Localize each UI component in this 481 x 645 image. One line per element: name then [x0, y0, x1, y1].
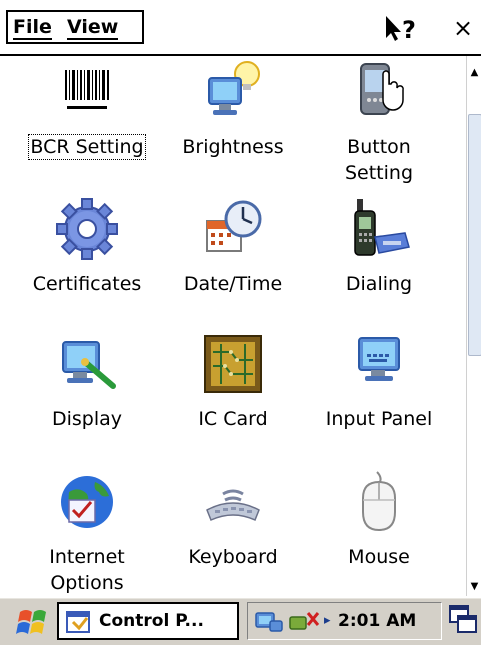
certificates-gear-icon	[56, 198, 118, 260]
item-label: Date/Time	[183, 273, 283, 295]
item-mouse[interactable]: Mouse	[309, 466, 449, 596]
item-label: Button Setting	[344, 136, 414, 184]
tray-expand-arrow[interactable]: ▸	[324, 603, 331, 639]
clock[interactable]: 2:01 AM	[338, 603, 416, 639]
keyboard-icon	[206, 489, 260, 522]
item-label: Keyboard	[188, 546, 278, 568]
ic-card-chip-icon	[204, 335, 262, 393]
file-menu[interactable]: File	[13, 12, 52, 42]
control-panel-grid: BCR Setting Brightness Button Setting Ce…	[0, 56, 466, 596]
item-ic-card[interactable]: IC Card	[163, 328, 303, 458]
item-date-time[interactable]: Date/Time	[163, 193, 303, 323]
item-label: Dialing	[345, 273, 413, 295]
vertical-scrollbar[interactable]: ▲ ▼	[466, 56, 481, 596]
input-panel-keyboard-icon	[358, 337, 400, 381]
item-label: IC Card	[198, 408, 268, 430]
control-panel-icon	[66, 611, 90, 633]
control-panel-task-button[interactable]: Control P...	[57, 602, 239, 640]
system-tray: ▸ 2:01 AM	[247, 602, 442, 640]
dialing-phone-icon	[354, 199, 410, 256]
help-label: ?	[402, 16, 416, 44]
mouse-icon	[362, 471, 396, 532]
file-menu-label: File	[13, 16, 52, 40]
menu-bar: File View ? ×	[0, 0, 481, 56]
menu-group: File View	[6, 10, 144, 44]
item-internet-options[interactable]: Internet Options	[17, 466, 157, 596]
start-windows-flag-icon[interactable]	[16, 604, 50, 638]
view-menu[interactable]: View	[67, 12, 119, 42]
item-label: Internet Options	[49, 546, 125, 594]
scroll-down-arrow[interactable]: ▼	[468, 578, 481, 596]
item-label: Brightness	[182, 136, 284, 158]
internet-options-globe-icon	[61, 476, 113, 528]
item-label: Certificates	[32, 273, 142, 295]
item-input-panel[interactable]: Input Panel	[309, 328, 449, 458]
bcr-setting-label: BCR Setting	[28, 134, 146, 160]
display-icon	[62, 341, 116, 389]
connection-status-icon[interactable]	[288, 607, 320, 635]
scroll-thumb[interactable]	[468, 114, 481, 356]
help-pointer-icon: ?	[386, 16, 416, 44]
item-display[interactable]: Display	[17, 328, 157, 458]
barcode-icon	[55, 60, 119, 124]
item-button-setting[interactable]: Button Setting	[309, 56, 449, 186]
scroll-up-arrow[interactable]: ▲	[468, 64, 481, 82]
item-label: Display	[51, 408, 123, 430]
close-button[interactable]: ×	[446, 10, 480, 46]
brightness-icon	[208, 61, 260, 115]
item-label: BCR Setting	[17, 134, 157, 160]
taskbar: Control P... ▸ 2:01 AM	[0, 596, 481, 645]
window-switch-icon[interactable]	[448, 604, 478, 636]
item-certificates[interactable]: Certificates	[17, 193, 157, 323]
item-bcr-setting[interactable]: BCR Setting	[17, 56, 157, 186]
item-label: Input Panel	[325, 408, 433, 430]
view-menu-label: View	[67, 16, 119, 40]
network-icon[interactable]	[254, 607, 284, 635]
item-dialing[interactable]: Dialing	[309, 193, 449, 323]
date-time-icon	[206, 200, 262, 252]
help-button[interactable]: ?	[380, 10, 424, 46]
item-brightness[interactable]: Brightness	[163, 56, 303, 186]
button-setting-icon	[360, 63, 404, 115]
item-keyboard[interactable]: Keyboard	[163, 466, 303, 596]
task-label: Control P...	[99, 611, 204, 631]
item-label: Mouse	[348, 546, 410, 568]
